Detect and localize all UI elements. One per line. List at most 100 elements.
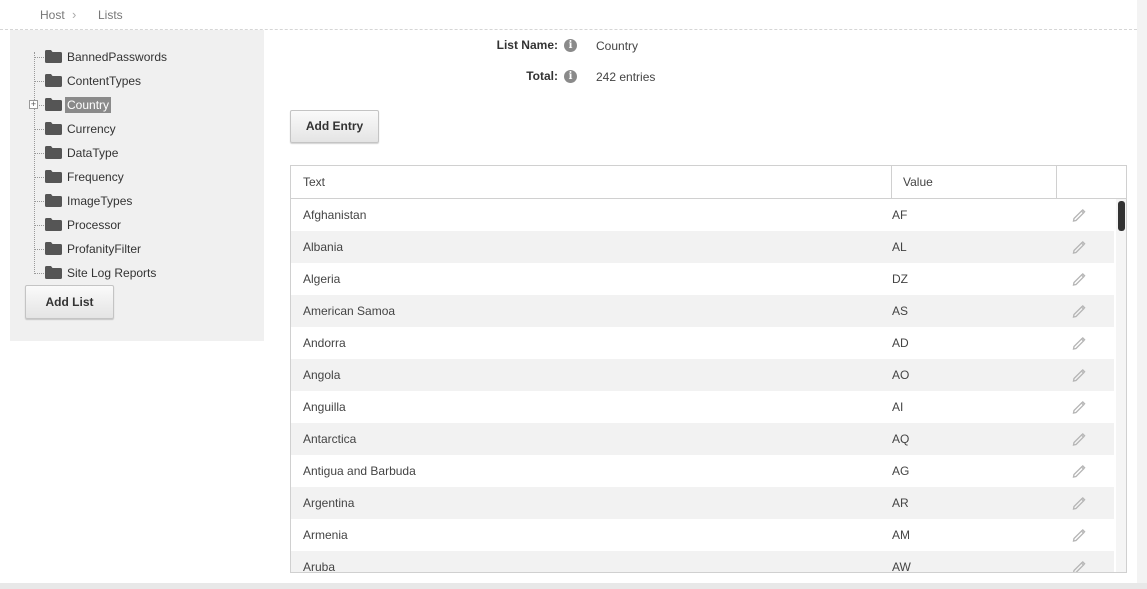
cell-value: AW xyxy=(892,560,911,573)
folder-icon xyxy=(45,242,62,255)
tree-item-label: ContentTypes xyxy=(67,74,142,88)
add-entry-button[interactable]: Add Entry xyxy=(290,110,379,143)
cell-text: Andorra xyxy=(303,336,346,350)
cell-text: Albania xyxy=(303,240,344,254)
folder-icon xyxy=(45,218,62,231)
cell-text: Armenia xyxy=(303,528,348,542)
column-header-text[interactable]: Text xyxy=(303,166,325,198)
list-name-value: Country xyxy=(596,39,639,53)
page-scroll-track xyxy=(1137,0,1147,589)
cell-text: Antigua and Barbuda xyxy=(303,464,416,478)
table-row: Andorra AD xyxy=(291,327,1114,359)
cell-value: AS xyxy=(892,304,909,318)
folder-icon xyxy=(45,266,62,279)
tree-item[interactable]: ProfanityFilter xyxy=(34,239,244,259)
grid-body: Afghanistan AF Albania AL Algeria DZ American … xyxy=(291,199,1114,573)
tree-connector xyxy=(34,249,44,250)
table-row: Albania AL xyxy=(291,231,1114,263)
cell-value: DZ xyxy=(892,272,908,286)
page-bottom-bar xyxy=(0,583,1147,589)
tree-item[interactable]: + Country xyxy=(29,95,244,115)
tree-connector xyxy=(34,273,44,274)
tree-item[interactable]: Frequency xyxy=(34,167,244,187)
cell-text: Angola xyxy=(303,368,341,382)
total-label: Total: xyxy=(526,69,558,83)
breadcrumb: Host › Lists xyxy=(0,0,1137,30)
pencil-icon[interactable] xyxy=(1071,495,1087,511)
tree-item[interactable]: Site Log Reports xyxy=(34,263,244,283)
pencil-icon[interactable] xyxy=(1071,463,1087,479)
tree-connector xyxy=(34,81,44,82)
cell-value: AL xyxy=(892,240,907,254)
breadcrumb-host[interactable]: Host xyxy=(40,8,65,22)
cell-value: AM xyxy=(892,528,910,542)
cell-text: American Samoa xyxy=(303,304,396,318)
folder-icon xyxy=(45,170,62,183)
folder-icon xyxy=(45,74,62,87)
cell-text: Algeria xyxy=(303,272,341,286)
table-row: Afghanistan AF xyxy=(291,199,1114,231)
table-row: Anguilla AI xyxy=(291,391,1114,423)
add-list-button[interactable]: Add List xyxy=(25,285,114,319)
table-row: Angola AO xyxy=(291,359,1114,391)
tree-item[interactable]: DataType xyxy=(34,143,244,163)
cell-text: Afghanistan xyxy=(303,208,367,222)
table-row: American Samoa AS xyxy=(291,295,1114,327)
entries-grid: Text Value Afghanistan AF Albania AL Algeria… xyxy=(290,165,1127,573)
cell-text: Aruba xyxy=(303,560,336,573)
pencil-icon[interactable] xyxy=(1071,335,1087,351)
cell-text: Antarctica xyxy=(303,432,357,446)
table-row: Aruba AW xyxy=(291,551,1114,573)
tree-connector xyxy=(34,129,44,130)
cell-value: AQ xyxy=(892,432,910,446)
table-row: Armenia AM xyxy=(291,519,1114,551)
pencil-icon[interactable] xyxy=(1071,559,1087,573)
folder-icon xyxy=(45,98,62,111)
list-name-label: List Name: xyxy=(496,38,558,52)
info-icon[interactable]: i xyxy=(564,39,577,52)
tree-item-label: Currency xyxy=(67,122,116,136)
pencil-icon[interactable] xyxy=(1071,367,1087,383)
tree-item-label: Frequency xyxy=(67,170,124,184)
tree-item[interactable]: ImageTypes xyxy=(34,191,244,211)
table-row: Antigua and Barbuda AG xyxy=(291,455,1114,487)
tree-connector xyxy=(34,225,44,226)
scrollbar-thumb[interactable] xyxy=(1118,201,1125,231)
cell-value: AO xyxy=(892,368,910,382)
pencil-icon[interactable] xyxy=(1071,303,1087,319)
column-header-actions xyxy=(1056,166,1126,198)
total-value: 242 entries xyxy=(596,70,656,84)
column-header-value[interactable]: Value xyxy=(891,166,1068,198)
tree-item-label: Country xyxy=(65,97,112,113)
table-row: Algeria DZ xyxy=(291,263,1114,295)
cell-value: AF xyxy=(892,208,908,222)
tree-connector xyxy=(34,153,44,154)
tree-item[interactable]: Processor xyxy=(34,215,244,235)
tree-item[interactable]: Currency xyxy=(34,119,244,139)
pencil-icon[interactable] xyxy=(1071,431,1087,447)
folder-icon xyxy=(45,146,62,159)
info-icon[interactable]: i xyxy=(564,70,577,83)
grid-header: Text Value xyxy=(291,166,1126,199)
table-row: Argentina AR xyxy=(291,487,1114,519)
cell-value: AG xyxy=(892,464,910,478)
tree-item-label: DataType xyxy=(67,146,119,160)
list-tree-panel: BannedPasswords ContentTypes + Country Curre… xyxy=(10,30,264,341)
table-row: Antarctica AQ xyxy=(291,423,1114,455)
cell-text: Argentina xyxy=(303,496,355,510)
grid-scrollbar[interactable] xyxy=(1116,199,1126,572)
pencil-icon[interactable] xyxy=(1071,399,1087,415)
pencil-icon[interactable] xyxy=(1071,271,1087,287)
expand-icon[interactable]: + xyxy=(29,100,38,109)
cell-value: AI xyxy=(892,400,904,414)
folder-icon xyxy=(45,50,62,63)
tree-connector xyxy=(34,177,44,178)
pencil-icon[interactable] xyxy=(1071,527,1087,543)
tree-item[interactable]: BannedPasswords xyxy=(34,47,244,67)
breadcrumb-lists[interactable]: Lists xyxy=(98,8,123,22)
tree-connector xyxy=(34,201,44,202)
pencil-icon[interactable] xyxy=(1071,207,1087,223)
pencil-icon[interactable] xyxy=(1071,239,1087,255)
tree-item[interactable]: ContentTypes xyxy=(34,71,244,91)
tree-item-label: BannedPasswords xyxy=(67,50,168,64)
